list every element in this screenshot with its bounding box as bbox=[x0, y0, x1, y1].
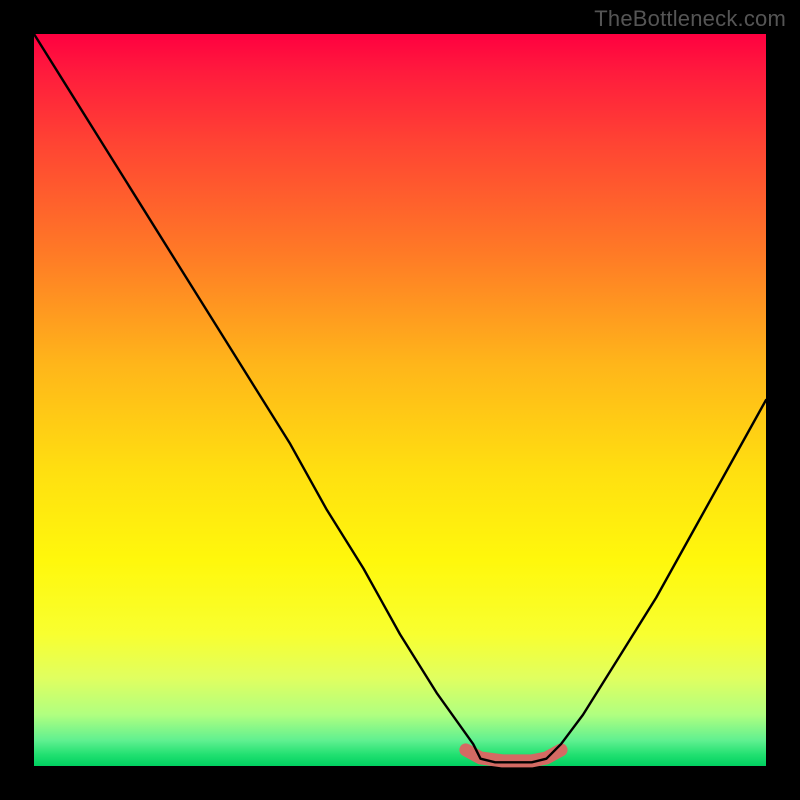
attribution-label: TheBottleneck.com bbox=[594, 6, 786, 32]
chart-root: TheBottleneck.com bbox=[0, 0, 800, 800]
chart-svg bbox=[0, 0, 800, 800]
chart-background bbox=[34, 34, 766, 766]
